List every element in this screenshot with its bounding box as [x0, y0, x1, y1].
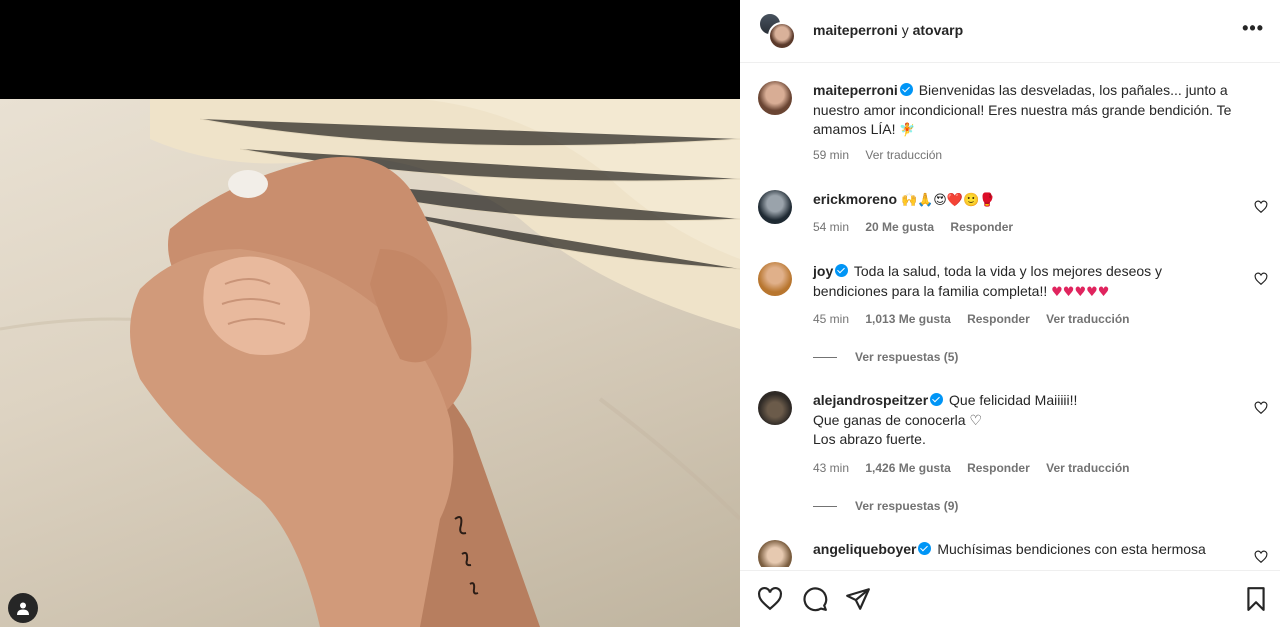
- comment-meta: 43 min 1,426 Me gusta Responder Ver trad…: [813, 461, 1143, 475]
- reply-button[interactable]: Responder: [950, 220, 1013, 234]
- comment-body: Muchísimas bendiciones con esta hermosa: [937, 541, 1206, 557]
- comment-meta: 45 min 1,013 Me gusta Responder Ver trad…: [813, 312, 1143, 326]
- heart-icon[interactable]: [1254, 272, 1268, 286]
- verified-icon: [835, 264, 849, 277]
- timestamp: 45 min: [813, 312, 850, 326]
- avatar[interactable]: [758, 540, 792, 567]
- comment-line: Los abrazo fuerte.: [813, 431, 926, 447]
- user-tag-icon: [17, 602, 29, 615]
- avatar[interactable]: [758, 262, 792, 296]
- translate-link[interactable]: Ver traducción: [865, 148, 942, 162]
- post-photo[interactable]: [0, 99, 740, 627]
- comment-hearts: ♥♥♥♥♥: [1051, 284, 1110, 300]
- caption-meta: 59 min Ver traducción: [813, 148, 955, 162]
- comment-item: joy Toda la salud, toda la vida y los me…: [758, 262, 1268, 372]
- comment-text: angeliqueboyer Muchísimas bendiciones co…: [813, 540, 1243, 560]
- reply-button[interactable]: Responder: [967, 312, 1030, 326]
- avatar[interactable]: [758, 391, 792, 425]
- heart-icon[interactable]: [1254, 200, 1268, 214]
- post-side-panel: maiteperroni y atovarp ••• maiteperroni …: [740, 0, 1280, 627]
- caption-text: maiteperroni Bienvenidas las desveladas,…: [813, 81, 1233, 141]
- comment-text: alejandrospeitzer Que felicidad Maiiiii!…: [813, 391, 1233, 450]
- heart-icon[interactable]: [757, 586, 783, 612]
- heart-icon[interactable]: [1254, 401, 1268, 415]
- bookmark-icon[interactable]: [1243, 586, 1269, 612]
- comment-text: erickmoreno 🙌🙏😍❤️🙂🥊: [813, 190, 1233, 211]
- caption-username[interactable]: maiteperroni: [813, 82, 898, 98]
- comments-list[interactable]: maiteperroni Bienvenidas las desveladas,…: [740, 64, 1280, 567]
- verified-icon: [930, 393, 944, 406]
- comment-icon[interactable]: [802, 586, 828, 612]
- comment-line: Que felicidad Maiiiii!!: [949, 392, 1078, 408]
- comment-meta: 54 min 20 Me gusta Responder: [813, 220, 1026, 234]
- replies-divider: [813, 506, 837, 508]
- comment-item: erickmoreno 🙌🙏😍❤️🙂🥊 54 min 20 Me gusta R…: [758, 190, 1268, 238]
- likes-count[interactable]: 1,013 Me gusta: [865, 312, 950, 326]
- reply-button[interactable]: Responder: [967, 461, 1030, 475]
- collab-avatars[interactable]: [758, 12, 796, 50]
- verified-icon: [899, 83, 913, 96]
- timestamp: 54 min: [813, 220, 850, 234]
- comment-body: 🙌🙏😍❤️🙂🥊: [900, 193, 996, 208]
- send-icon[interactable]: [845, 586, 871, 612]
- comment-username[interactable]: joy: [813, 263, 833, 279]
- view-replies-label: Ver respuestas (5): [855, 350, 959, 364]
- timestamp: 43 min: [813, 461, 850, 475]
- comment-item: angeliqueboyer Muchísimas bendiciones co…: [758, 540, 1268, 567]
- replies-divider: [813, 357, 837, 359]
- translate-link[interactable]: Ver traducción: [1046, 312, 1129, 326]
- avatar[interactable]: [758, 190, 792, 224]
- comment-line: Que ganas de conocerla ♡: [813, 411, 982, 428]
- comment-item: alejandrospeitzer Que felicidad Maiiiii!…: [758, 391, 1268, 521]
- caption: maiteperroni Bienvenidas las desveladas,…: [758, 81, 1268, 171]
- caption-emoji: 🧚: [899, 123, 916, 138]
- likes-count[interactable]: 1,426 Me gusta: [865, 461, 950, 475]
- timestamp: 59 min: [813, 148, 850, 162]
- header-user-link[interactable]: maiteperroni: [813, 22, 898, 38]
- heart-icon[interactable]: [1254, 550, 1268, 564]
- view-replies-button[interactable]: Ver respuestas (5): [813, 350, 958, 364]
- comment-username[interactable]: alejandrospeitzer: [813, 392, 928, 408]
- collab-title: maiteperroni y atovarp: [813, 22, 963, 38]
- likes-count[interactable]: 20 Me gusta: [865, 220, 934, 234]
- avatar: [768, 22, 796, 50]
- action-bar: [740, 570, 1280, 627]
- header-joiner: y: [901, 22, 909, 38]
- translate-link[interactable]: Ver traducción: [1046, 461, 1129, 475]
- comment-body: Toda la salud, toda la vida y los mejore…: [813, 263, 1163, 299]
- user-tag-button[interactable]: [8, 593, 38, 623]
- post-header: maiteperroni y atovarp •••: [740, 0, 1280, 63]
- view-replies-label: Ver respuestas (9): [855, 499, 959, 513]
- comment-username[interactable]: erickmoreno: [813, 191, 897, 207]
- comment-username[interactable]: angeliqueboyer: [813, 541, 916, 557]
- header-user-link[interactable]: atovarp: [913, 22, 964, 38]
- avatar[interactable]: [758, 81, 792, 115]
- comment-text: joy Toda la salud, toda la vida y los me…: [813, 262, 1233, 302]
- view-replies-button[interactable]: Ver respuestas (9): [813, 499, 958, 513]
- verified-icon: [918, 542, 932, 555]
- more-options-button[interactable]: •••: [1242, 18, 1264, 39]
- post-media: [0, 0, 740, 627]
